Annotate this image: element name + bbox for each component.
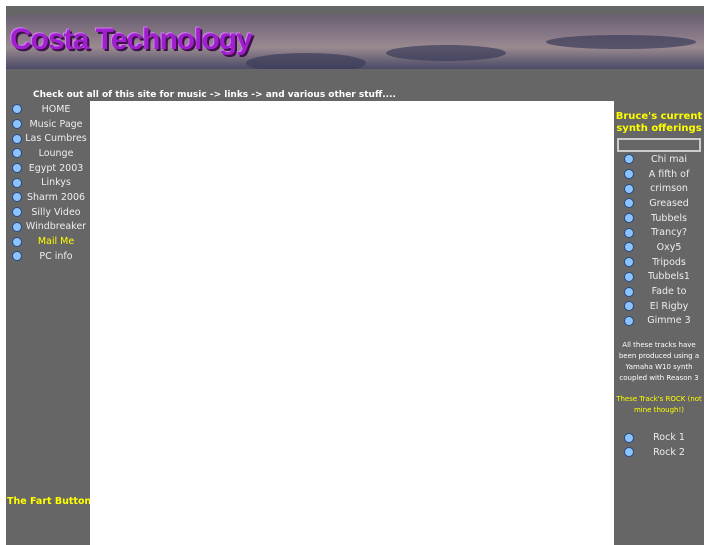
- bullet-icon: [624, 257, 634, 268]
- nav-mail-me[interactable]: Mail Me: [6, 234, 90, 249]
- track-item[interactable]: Trancy?: [614, 225, 704, 240]
- rock-note: These Track's ROCK (not mine though!): [616, 395, 702, 415]
- bullet-icon: [12, 119, 22, 130]
- track-item[interactable]: A fifth of: [614, 167, 704, 182]
- right-sidebar: Bruce's current synth offerings Chi mai A…: [614, 101, 704, 460]
- track-label: A fifth of: [648, 168, 690, 180]
- bullet-icon: [12, 133, 22, 144]
- track-item[interactable]: Rock 1: [614, 430, 704, 445]
- rock-track-list: Rock 1 Rock 2: [614, 430, 704, 459]
- synth-title: Bruce's current synth offerings: [615, 111, 703, 134]
- nav-silly-video[interactable]: Silly Video: [6, 205, 90, 220]
- bullet-icon: [624, 213, 634, 224]
- track-item[interactable]: crimson: [614, 181, 704, 196]
- bullet-icon: [12, 177, 22, 188]
- track-item[interactable]: El Rigby: [614, 299, 704, 314]
- bullet-icon: [624, 271, 634, 282]
- bullet-icon: [624, 154, 634, 165]
- bullet-icon: [624, 301, 634, 312]
- bullet-icon: [12, 251, 22, 262]
- track-item[interactable]: Tubbels1: [614, 270, 704, 285]
- nav-music-page[interactable]: Music Page: [6, 117, 90, 132]
- track-item[interactable]: Fade to: [614, 284, 704, 299]
- bullet-icon: [12, 207, 22, 218]
- track-label: El Rigby: [649, 300, 689, 312]
- nav-las-cumbres[interactable]: Las Cumbres: [6, 131, 90, 146]
- tagline: Check out all of this site for music -> …: [33, 90, 396, 100]
- track-label: Tubbels1: [648, 271, 690, 283]
- synth-input[interactable]: [617, 138, 701, 152]
- track-item[interactable]: Chi mai: [614, 152, 704, 167]
- nav-windbreaker[interactable]: Windbreaker: [6, 220, 90, 235]
- track-label: Chi mai: [650, 153, 688, 165]
- track-label: crimson: [650, 183, 688, 195]
- nav-label: HOME: [41, 103, 71, 115]
- nav-lounge[interactable]: Lounge: [6, 146, 90, 161]
- bullet-icon: [624, 447, 634, 458]
- page-frame: Costa Technology Check out all of this s…: [6, 6, 704, 545]
- nav-label: Silly Video: [31, 206, 81, 218]
- nav-label: Music Page: [29, 118, 83, 130]
- bullet-icon: [624, 286, 634, 297]
- bullet-icon: [12, 163, 22, 174]
- synth-note: All these tracks have been produced usin…: [618, 341, 700, 383]
- bullet-icon: [12, 192, 22, 203]
- bullet-icon: [624, 169, 634, 180]
- main-content: [90, 101, 614, 545]
- track-item[interactable]: Oxy5: [614, 240, 704, 255]
- track-label: Trancy?: [650, 227, 688, 239]
- nav-label: PC info: [39, 250, 73, 262]
- track-label: Oxy5: [656, 241, 682, 253]
- header-banner: Costa Technology: [6, 15, 704, 69]
- track-label: Gimme 3: [647, 315, 691, 327]
- nav-label: Linkys: [41, 177, 71, 189]
- track-item[interactable]: Tubbels: [614, 211, 704, 226]
- track-item[interactable]: Gimme 3: [614, 314, 704, 329]
- track-item[interactable]: Tripods: [614, 255, 704, 270]
- track-label: Rock 1: [653, 432, 685, 444]
- bullet-icon: [624, 183, 634, 194]
- nav-label: Windbreaker: [25, 221, 87, 233]
- nav-egypt-2003[interactable]: Egypt 2003: [6, 161, 90, 176]
- nav-linkys[interactable]: Linkys: [6, 175, 90, 190]
- track-item[interactable]: Rock 2: [614, 445, 704, 460]
- track-label: Tubbels: [651, 212, 687, 224]
- bullet-icon: [624, 198, 634, 209]
- fart-button[interactable]: The Fart Button: [7, 496, 91, 507]
- track-label: Fade to: [651, 286, 687, 298]
- nav-label: Lounge: [38, 147, 74, 159]
- bullet-icon: [12, 148, 22, 159]
- bullet-icon: [624, 242, 634, 253]
- track-label: Greased: [649, 197, 689, 209]
- nav-label: Egypt 2003: [28, 162, 84, 174]
- bullet-icon: [12, 236, 22, 247]
- nav-sharm-2006[interactable]: Sharm 2006: [6, 190, 90, 205]
- nav-home[interactable]: HOME: [6, 102, 90, 117]
- site-logo[interactable]: Costa Technology: [10, 23, 253, 57]
- track-label: Rock 2: [653, 446, 685, 458]
- nav-pc-info[interactable]: PC info: [6, 249, 90, 264]
- track-list: Chi mai A fifth of crimson Greased Tubbels Tr…: [614, 152, 704, 328]
- nav-label: Las Cumbres: [25, 133, 87, 145]
- nav-label: Mail Me: [37, 236, 75, 248]
- track-item[interactable]: Greased: [614, 196, 704, 211]
- bullet-icon: [624, 227, 634, 238]
- left-nav: HOME Music Page Las Cumbres Lounge Egypt…: [6, 102, 90, 264]
- bullet-icon: [624, 315, 634, 326]
- bullet-icon: [12, 104, 22, 115]
- nav-label: Sharm 2006: [26, 191, 86, 203]
- bullet-icon: [12, 221, 22, 232]
- track-label: Tripods: [652, 256, 686, 268]
- bullet-icon: [624, 432, 634, 443]
